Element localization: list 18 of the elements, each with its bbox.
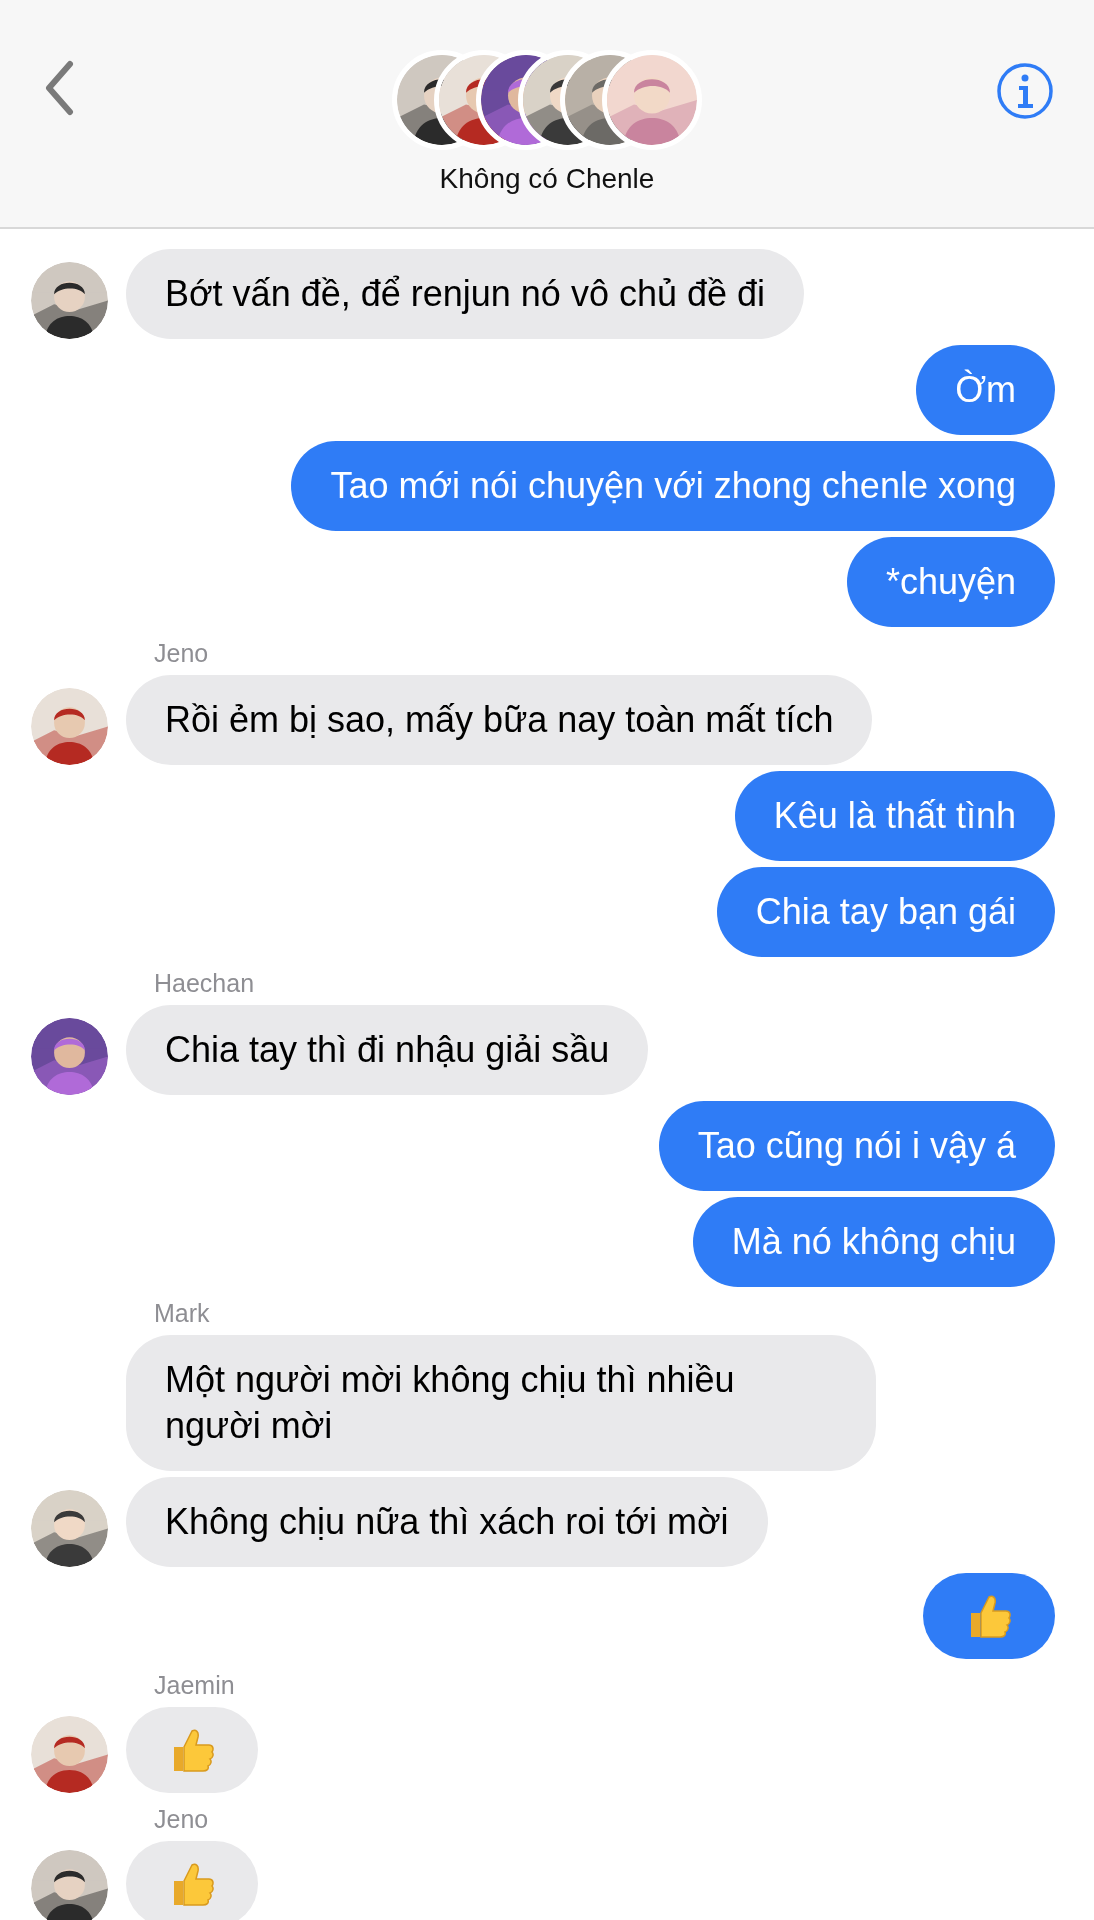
message-bubble: Tao cũng nói i vậy á xyxy=(658,1101,1055,1191)
message-bubble: Chia tay thì đi nhậu giải sầu xyxy=(126,1005,649,1095)
sender-name: Haechan xyxy=(154,968,256,999)
sender-name: Jaemin xyxy=(154,1670,236,1701)
message-bubble: Một người mời không chịu thì nhiều người mời xyxy=(126,1335,876,1471)
sender-name: Jeno xyxy=(154,1804,210,1835)
message-bubble: Rồi ẻm bị sao, mấy bữa nay toàn mất tích xyxy=(126,675,873,765)
message-bubble: Ờm xyxy=(916,345,1055,435)
message-bubble: Mà nó không chịu xyxy=(692,1197,1055,1287)
conversation-title: Không có Chenle xyxy=(438,162,656,196)
message-bubble: Tao mới nói chuyện với zhong chenle xong xyxy=(291,441,1055,531)
message-bubble: Không chịu nữa thì xách roi tới mời xyxy=(126,1477,768,1567)
message-bubble: Bớt vấn đề, để renjun nó vô chủ đề đi xyxy=(126,249,804,339)
sender-name: Jeno xyxy=(154,638,210,669)
message-bubble: Chia tay bạn gái xyxy=(716,867,1055,957)
sender-name: Mark xyxy=(154,1298,211,1329)
message-bubble: *chuyện xyxy=(846,537,1055,627)
message-bubble: Kêu là thất tình xyxy=(734,771,1055,861)
